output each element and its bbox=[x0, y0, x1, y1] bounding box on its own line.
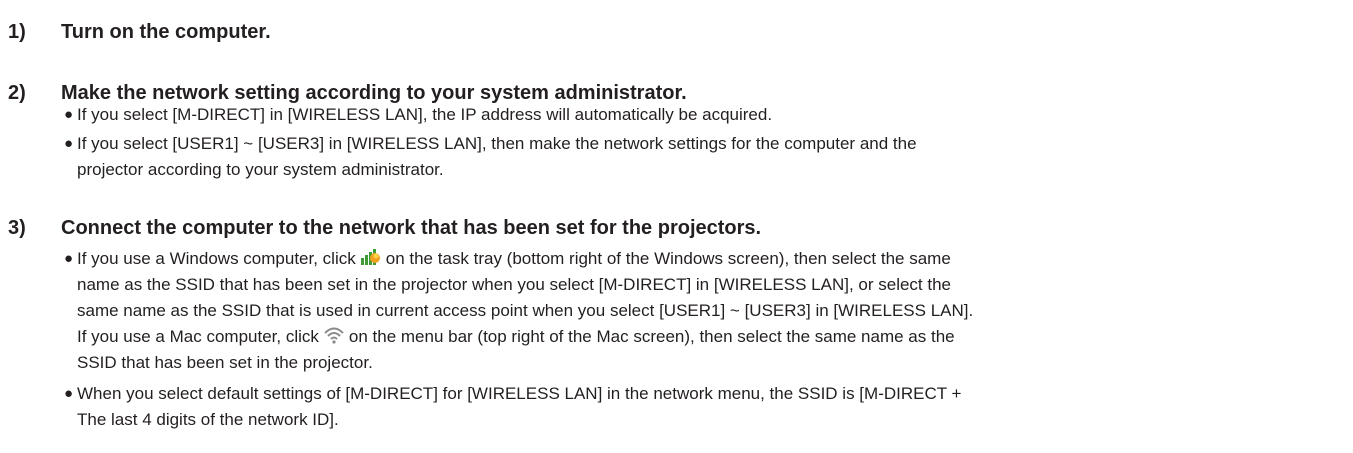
bullet-text-line: When you select default settings of [M-D… bbox=[77, 384, 962, 403]
text-segment: on the menu bar (top right of the Mac sc… bbox=[348, 327, 955, 346]
bullet-item: ● If you select [M-DIRECT] in [WIRELESS … bbox=[64, 102, 1344, 128]
bullet-text-line: If you use a Mac computer, click on the m… bbox=[77, 324, 1344, 350]
windows-network-tray-icon bbox=[360, 247, 382, 267]
bullet-item: ● When you select default settings of [M… bbox=[64, 381, 1344, 433]
bullet-dot: ● bbox=[64, 385, 74, 402]
mac-wifi-icon bbox=[323, 325, 345, 345]
step-number: 3) bbox=[8, 217, 26, 239]
text-segment: If you use a Mac computer, click bbox=[77, 327, 319, 346]
bullet-text-line: The last 4 digits of the network ID]. bbox=[77, 410, 339, 429]
bullet-item: ● If you use a Windows computer, click on… bbox=[64, 246, 1344, 376]
step-number: 1) bbox=[8, 21, 26, 43]
step-title: Connect the computer to the network that… bbox=[61, 217, 762, 239]
bullet-text-line: SSID that has been set in the projector. bbox=[77, 353, 373, 372]
bullet-text: If you select [M-DIRECT] in [WIRELESS LA… bbox=[77, 105, 773, 124]
bullet-text-line: If you select [USER1] ~ [USER3] in [WIRE… bbox=[77, 134, 917, 153]
bullet-item: ● If you select [USER1] ~ [USER3] in [WI… bbox=[64, 131, 1344, 183]
bullet-text-line: projector according to your system admin… bbox=[77, 160, 444, 179]
bullet-text-line: same name as the SSID that is used in cu… bbox=[77, 301, 974, 320]
bullet-text-line: If you use a Windows computer, click on t… bbox=[77, 246, 1344, 272]
text-segment: on the task tray (bottom right of the Wi… bbox=[385, 249, 951, 268]
bullet-dot: ● bbox=[64, 250, 74, 267]
step-title: Turn on the computer. bbox=[61, 21, 271, 43]
step-number: 2) bbox=[8, 82, 26, 104]
text-segment: If you use a Windows computer, click bbox=[77, 249, 356, 268]
bullet-dot: ● bbox=[64, 135, 74, 152]
bullet-text-line: name as the SSID that has been set in th… bbox=[77, 275, 952, 294]
bullet-dot: ● bbox=[64, 106, 74, 123]
